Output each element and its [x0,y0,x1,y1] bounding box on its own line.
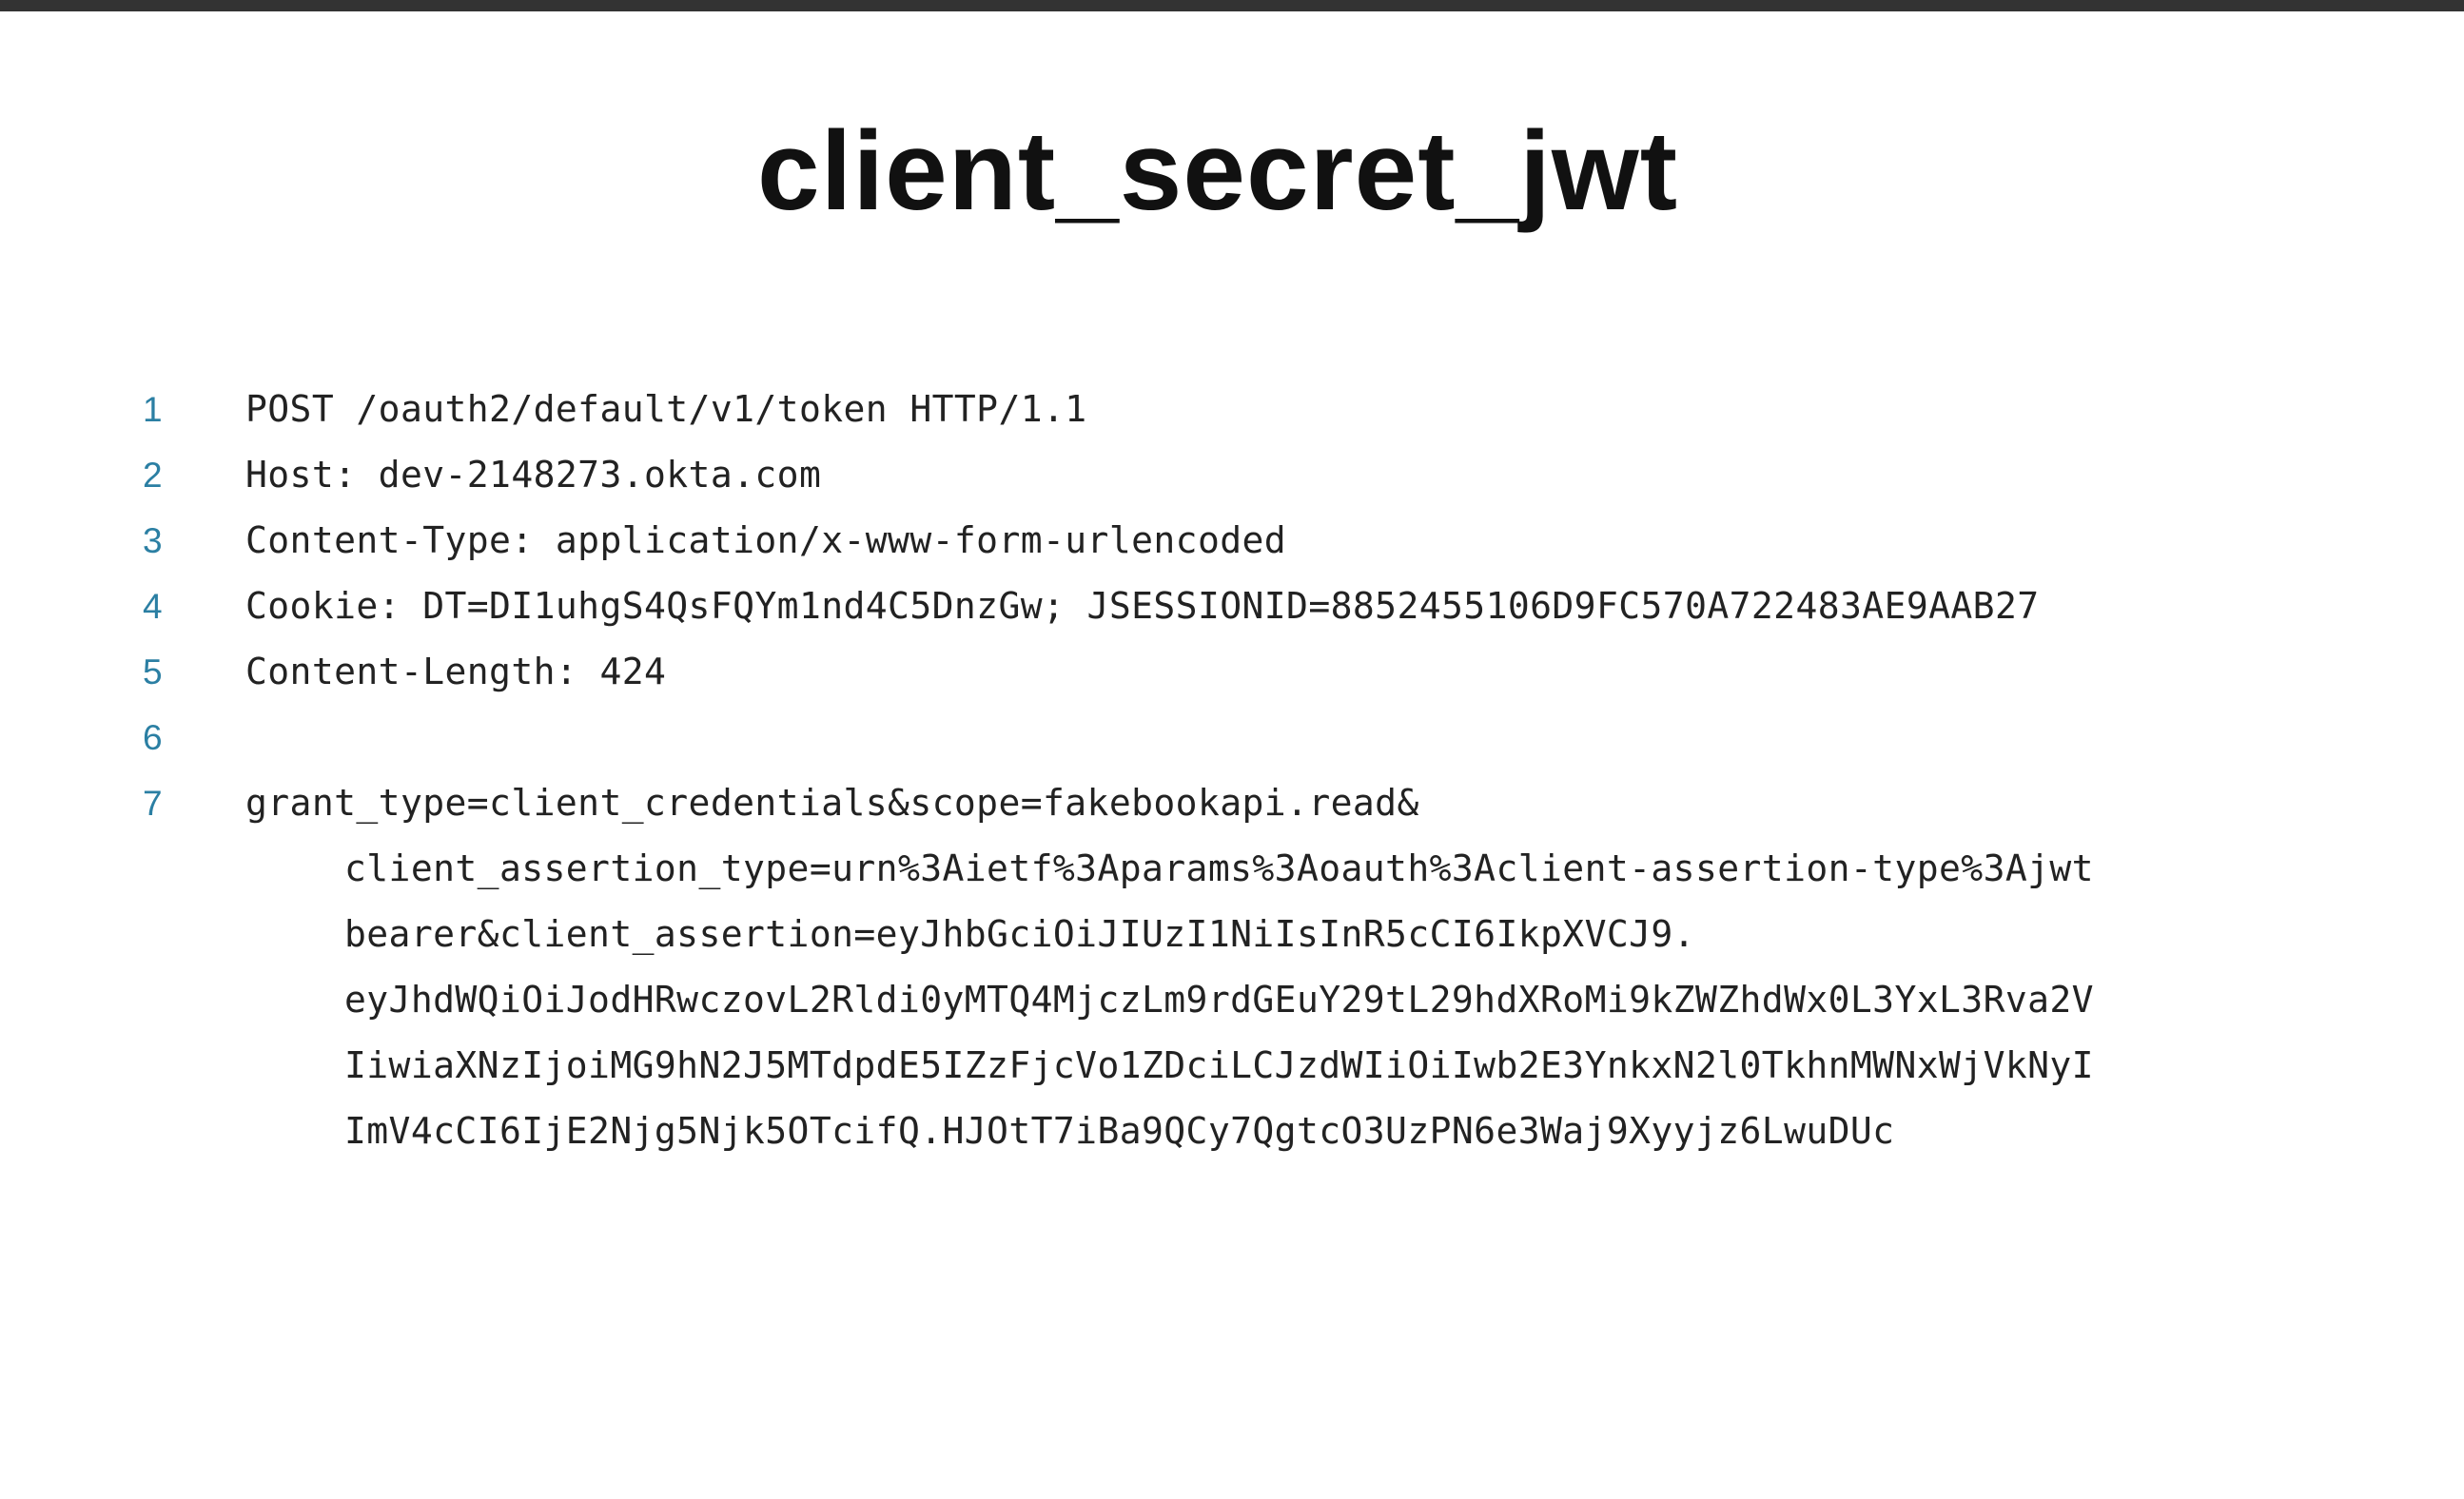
slide-title: client_secret_jwt [756,108,1679,234]
code-text: Host: dev-2148273.okta.com [245,454,822,496]
code-line: 6 [143,705,2331,770]
code-line: 1 POST /oauth2/default/v1/token HTTP/1.1 [143,377,2331,442]
code-text: eyJhdWQiOiJodHRwczovL2Rldi0yMTQ4MjczLm9r… [344,979,2094,1021]
code-line: 2 Host: dev-2148273.okta.com [143,442,2331,508]
code-continuation-line: bearer&client_assertion=eyJhbGciOiJIUzI1… [143,902,2331,967]
top-bar [0,0,2464,11]
code-text: client_assertion_type=urn%3Aietf%3Aparam… [344,847,2094,889]
code-text: ImV4cCI6IjE2Njg5Njk5OTcifQ.HJOtT7iBa9QCy… [344,1110,1895,1152]
code-line: 5 Content-Length: 424 [143,639,2331,705]
code-text: Cookie: DT=DI1uhgS4QsFQYm1nd4C5DnzGw; JS… [245,585,2040,627]
code-text: POST /oauth2/default/v1/token HTTP/1.1 [245,388,1087,430]
line-number: 7 [143,784,163,823]
line-number: 4 [143,587,163,626]
code-continuation-line: client_assertion_type=urn%3Aietf%3Aparam… [143,836,2331,902]
code-text: Content-Type: application/x-www-form-url… [245,519,1287,561]
code-continuation-line: ImV4cCI6IjE2Njg5Njk5OTcifQ.HJOtT7iBa9QCy… [143,1099,2331,1164]
code-text: bearer&client_assertion=eyJhbGciOiJIUzI1… [344,913,1695,955]
code-line: 3 Content-Type: application/x-www-form-u… [143,508,2331,574]
line-number: 1 [143,390,163,429]
code-text: Content-Length: 424 [245,651,667,692]
code-line: 7 grant_type=client_credentials&scope=fa… [143,770,2331,836]
code-block: 1 POST /oauth2/default/v1/token HTTP/1.1… [143,377,2331,1164]
line-number: 3 [143,521,163,560]
line-number: 6 [143,718,163,757]
code-text: grant_type=client_credentials&scope=fake… [245,782,1419,824]
line-number: 5 [143,652,163,691]
code-continuation-line: eyJhdWQiOiJodHRwczovL2Rldi0yMTQ4MjczLm9r… [143,967,2331,1033]
line-number: 2 [143,456,163,495]
code-continuation-line: IiwiaXNzIjoiMG9hN2J5MTdpdE5IZzFjcVo1ZDci… [143,1033,2331,1099]
code-line: 4 Cookie: DT=DI1uhgS4QsFQYm1nd4C5DnzGw; … [143,574,2331,639]
code-text: IiwiaXNzIjoiMG9hN2J5MTdpdE5IZzFjcVo1ZDci… [344,1044,2094,1086]
